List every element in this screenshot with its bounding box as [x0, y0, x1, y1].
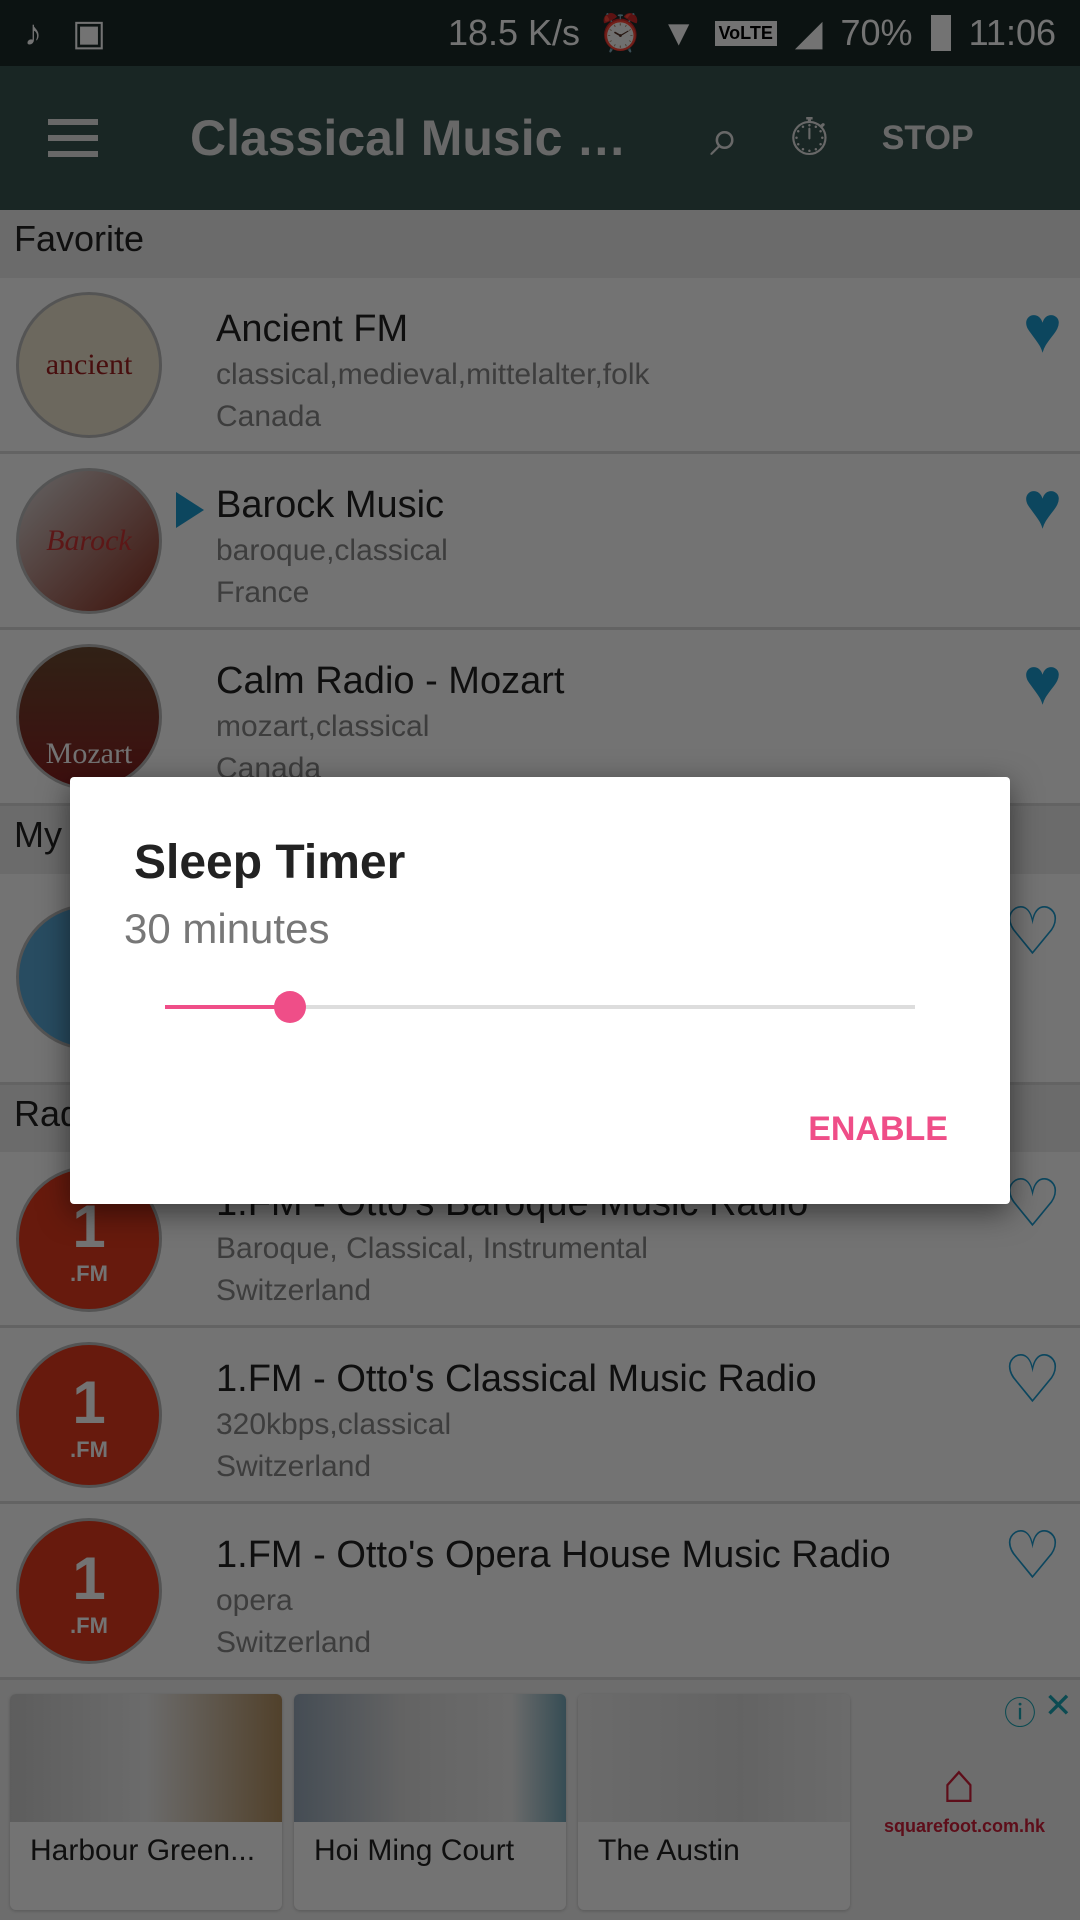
- heart-outline-icon[interactable]: ♡: [1003, 898, 1062, 964]
- ad-banner[interactable]: Harbour Green... Hoi Ming Court The Aust…: [0, 1680, 1080, 1920]
- station-name: 1.FM - Otto's Classical Music Radio: [216, 1358, 817, 1400]
- station-logo: Barock: [16, 468, 162, 614]
- heart-outline-icon[interactable]: ♡: [1003, 1346, 1062, 1412]
- heart-filled-icon[interactable]: ♥: [1023, 648, 1062, 714]
- ad-card[interactable]: Harbour Green...: [10, 1694, 282, 1910]
- dialog-title: Sleep Timer: [134, 836, 406, 889]
- ad-card[interactable]: The Austin: [578, 1694, 850, 1910]
- section-header-favorite: Favorite: [0, 210, 1080, 278]
- sleep-timer-dialog: Sleep Timer 30 minutes ENABLE: [70, 777, 1010, 1204]
- heart-filled-icon[interactable]: ♥: [1023, 472, 1062, 538]
- station-tags: Baroque, Classical, Instrumental: [216, 1232, 648, 1265]
- station-country: Switzerland: [216, 1626, 372, 1659]
- timer-slider[interactable]: [165, 991, 915, 1023]
- station-tags: baroque,classical: [216, 534, 448, 567]
- slider-thumb[interactable]: [274, 991, 307, 1023]
- station-name: Calm Radio - Mozart: [216, 660, 565, 702]
- station-country: Switzerland: [216, 1450, 372, 1483]
- ad-image: [294, 1694, 566, 1822]
- ad-brand: squarefoot.com.hk: [884, 1816, 1046, 1836]
- station-tags: 320kbps,classical: [216, 1408, 452, 1441]
- music-note-icon: ♪: [24, 12, 42, 53]
- timer-value: 30 minutes: [124, 905, 330, 952]
- image-icon: ▣: [72, 12, 107, 53]
- station-tags: classical,medieval,mittelalter,folk: [216, 358, 650, 391]
- list-item[interactable]: Barock Barock Music baroque,classical Fr…: [0, 454, 1080, 630]
- ad-close-icon[interactable]: ✕: [1044, 1686, 1073, 1726]
- list-item[interactable]: 1 .FM 1.FM - Otto's Classical Music Radio…: [0, 1328, 1080, 1504]
- heart-outline-icon[interactable]: ♡: [1003, 1170, 1062, 1236]
- list-item[interactable]: ancient Ancient FM classical,medieval,mi…: [0, 278, 1080, 454]
- clock: 11:06: [968, 12, 1056, 53]
- station-name: Barock Music: [216, 484, 445, 526]
- toolbar: Classical Music Radio ⌕ ⏱ STOP: [0, 66, 1080, 210]
- station-country: Canada: [216, 400, 322, 433]
- ad-image: [10, 1694, 282, 1822]
- timer-icon[interactable]: ⏱: [789, 108, 830, 169]
- station-country: Switzerland: [216, 1274, 372, 1307]
- wifi-icon: ▼: [660, 12, 697, 53]
- ad-info-icon[interactable]: ⓘ: [1004, 1688, 1036, 1734]
- ad-image: [578, 1694, 850, 1822]
- station-country: France: [216, 576, 310, 609]
- station-tags: mozart,classical: [216, 710, 430, 743]
- signal-icon: ◢: [794, 12, 823, 53]
- station-name: Ancient FM: [216, 308, 409, 350]
- app-title: Classical Music Radio: [190, 110, 660, 166]
- menu-icon[interactable]: [48, 119, 98, 157]
- search-icon[interactable]: ⌕: [710, 108, 739, 169]
- station-name: 1.FM - Otto's Opera House Music Radio: [216, 1534, 891, 1576]
- slider-fill: [165, 1005, 291, 1009]
- station-logo: 1 .FM: [16, 1342, 162, 1488]
- battery-icon: [930, 15, 951, 51]
- heart-outline-icon[interactable]: ♡: [1003, 1522, 1062, 1588]
- volte-badge: VoLTE: [714, 20, 777, 46]
- heart-filled-icon[interactable]: ♥: [1023, 296, 1062, 362]
- stop-button[interactable]: STOP: [882, 119, 974, 158]
- ad-card[interactable]: Hoi Ming Court: [294, 1694, 566, 1910]
- station-logo: ancient: [16, 292, 162, 438]
- battery-level: 70%: [840, 12, 913, 53]
- station-tags: opera: [216, 1584, 293, 1617]
- status-bar: ♪ ▣ 18.5 K/s ⏰ ▼ VoLTE ◢ 70% 11:06: [0, 0, 1080, 66]
- net-speed: 18.5 K/s: [447, 12, 581, 53]
- alarm-icon: ⏰: [598, 12, 643, 53]
- play-indicator-icon: [176, 492, 204, 528]
- brand-pin-icon: ⌂: [942, 1751, 976, 1814]
- list-item[interactable]: 1 .FM 1.FM - Otto's Opera House Music Rad…: [0, 1504, 1080, 1680]
- station-logo: Mozart: [16, 644, 162, 790]
- station-logo: 1 .FM: [16, 1518, 162, 1664]
- enable-button[interactable]: ENABLE: [808, 1110, 948, 1149]
